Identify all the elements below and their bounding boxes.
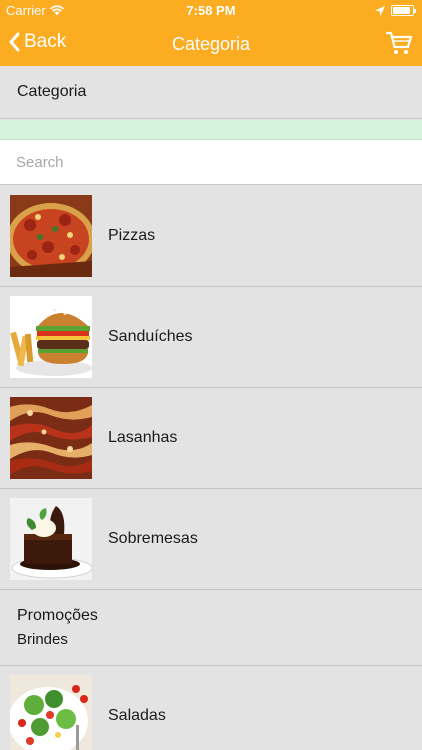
cart-button[interactable] [385, 30, 413, 61]
list-item-pizzas[interactable]: Pizzas [0, 186, 422, 287]
list-item-sobremesas[interactable]: Sobremesas [0, 489, 422, 590]
list-item-sanduiches[interactable]: Sanduíches [0, 287, 422, 388]
list-item-label: Saladas [108, 707, 166, 724]
back-label: Back [24, 31, 67, 52]
info-band [0, 120, 422, 140]
navigation-bar: Back Categoria [0, 22, 422, 66]
pizza-thumbnail [10, 195, 92, 277]
status-right [375, 5, 416, 16]
category-header: Categoria [0, 66, 422, 119]
lasagna-thumbnail [10, 397, 92, 479]
shopping-cart-icon [385, 31, 413, 54]
list-item-saladas[interactable]: Saladas [0, 666, 422, 750]
list-item-label: Pizzas [108, 227, 156, 244]
category-list: Pizzas Sanduíches Lasanhas Sobremesas Pr… [0, 186, 422, 750]
search-input[interactable] [0, 140, 422, 184]
dessert-thumbnail [10, 498, 92, 580]
list-item-label: Sobremesas [108, 530, 198, 547]
status-bar: Carrier 7:58 PM [0, 0, 422, 22]
battery-icon [391, 5, 416, 16]
list-item-label: Lasanhas [108, 429, 178, 446]
back-button[interactable]: Back [8, 31, 66, 53]
list-item-sublabel: Brindes [17, 631, 68, 648]
salad-thumbnail [10, 675, 92, 750]
burger-thumbnail [10, 296, 92, 378]
category-header-label: Categoria [17, 83, 87, 100]
list-item-label: Promoções [17, 607, 98, 624]
status-time: 7:58 PM [186, 3, 236, 18]
list-item-promocoes[interactable]: Promoções Brindes [0, 590, 422, 666]
list-item-lasanhas[interactable]: Lasanhas [0, 388, 422, 489]
chevron-left-icon [9, 32, 20, 52]
search-bar[interactable] [0, 140, 422, 185]
list-item-label: Sanduíches [108, 328, 193, 345]
location-arrow-icon [375, 5, 385, 16]
